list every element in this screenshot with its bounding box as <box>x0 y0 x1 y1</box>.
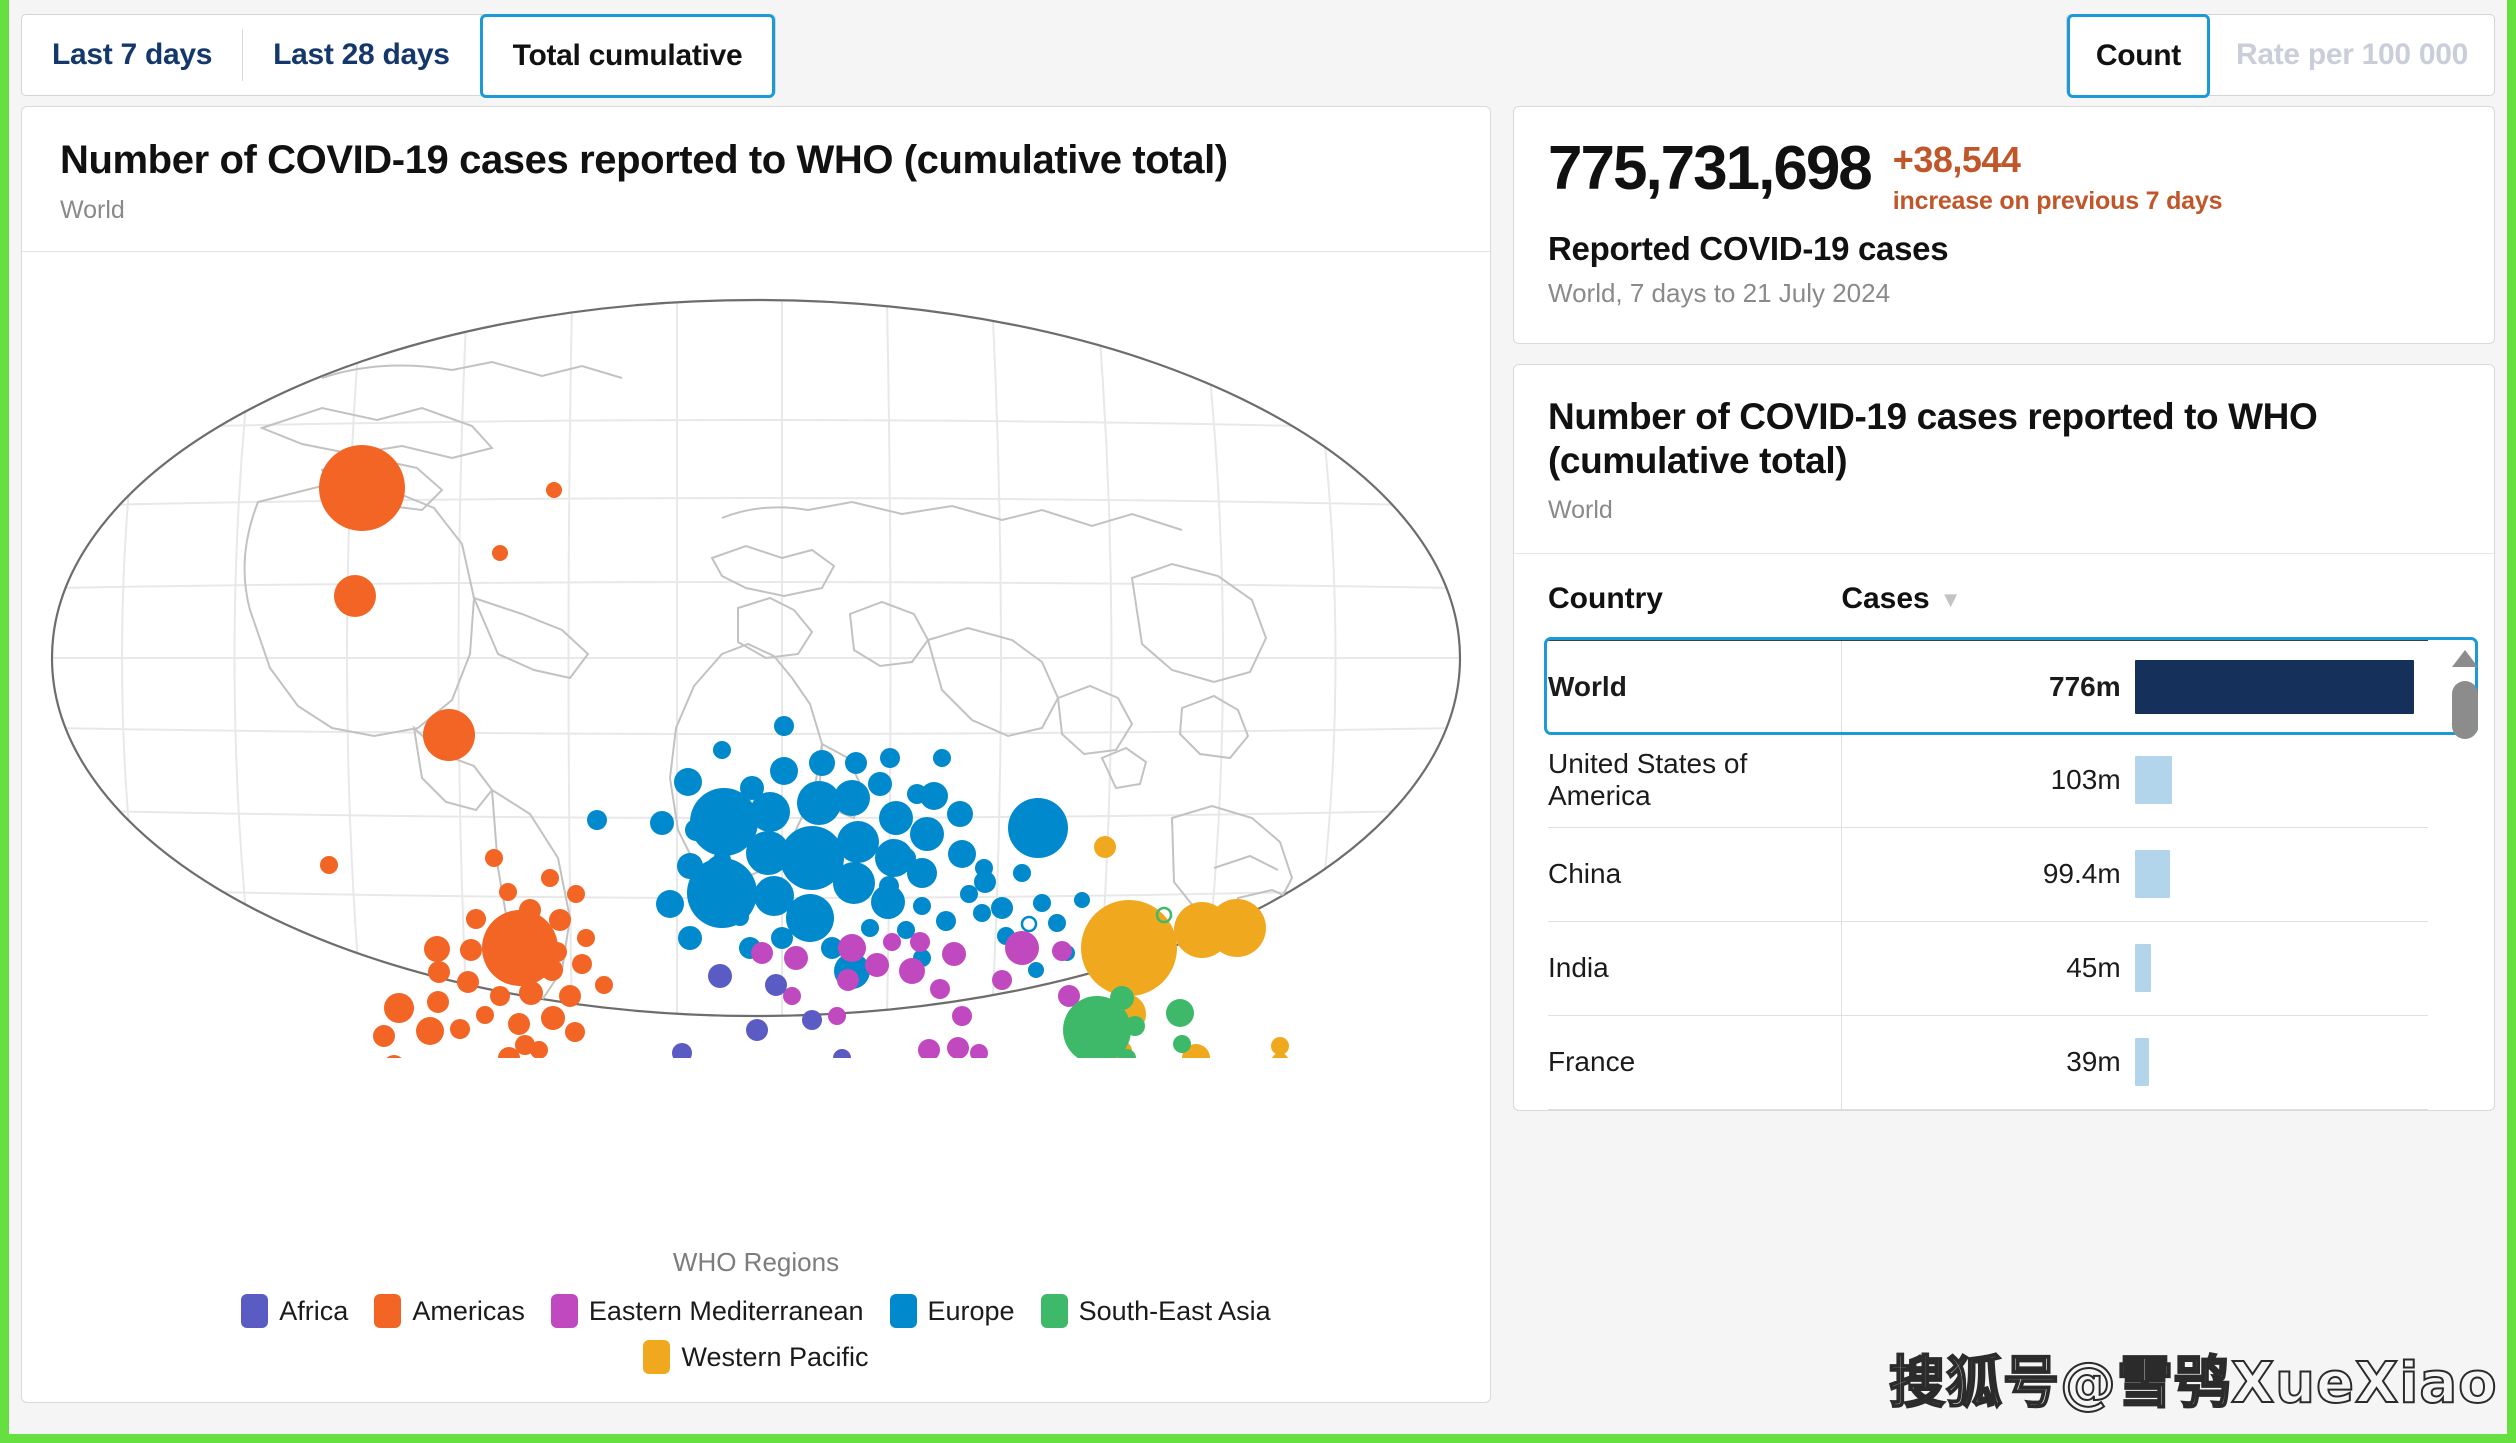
summary-stat-card: 775,731,698 +38,544 increase on previous… <box>1513 106 2495 344</box>
table-row[interactable]: United States of America 103m <box>1548 733 2428 828</box>
cell-country: China <box>1548 827 1842 922</box>
right-column: 775,731,698 +38,544 increase on previous… <box>1513 106 2495 1111</box>
country-cases-table: Country Cases ▼ World 776m United States… <box>1548 553 2428 1110</box>
cell-cases-bar <box>2134 827 2428 922</box>
cell-country: France <box>1548 1015 1842 1110</box>
swatch-eastern-mediterranean <box>550 1294 578 1328</box>
table-subtitle: World <box>1548 495 1613 524</box>
cell-country: World <box>1548 639 1842 734</box>
bubbles-eastern-mediterranean <box>751 931 1080 1059</box>
cell-country: United States of America <box>1548 733 1842 828</box>
cell-cases-bar <box>2134 1015 2428 1110</box>
world-bubble-map[interactable] <box>22 258 1490 1059</box>
column-header-cases[interactable]: Cases ▼ <box>1841 553 2428 641</box>
total-cases-value: 775,731,698 <box>1548 134 1873 203</box>
map-card-header: Number of COVID-19 cases reported to WHO… <box>22 107 1490 253</box>
legend-label-africa: Africa <box>279 1295 349 1326</box>
cell-cases-value: 39m <box>1841 1015 2135 1110</box>
map-title: Number of COVID-19 cases reported to WHO… <box>60 138 1228 182</box>
legend-item-south-east-asia[interactable]: South-East Asia <box>1040 1294 1271 1328</box>
country-table-card: Number of COVID-19 cases reported to WHO… <box>1513 363 2495 1111</box>
delta-label: increase on previous 7 days <box>1892 186 2223 215</box>
cell-cases-value: 99.4m <box>1841 827 2135 922</box>
table-row[interactable]: India 45m <box>1548 921 2428 1016</box>
legend-item-western-pacific[interactable]: Western Pacific <box>643 1340 869 1374</box>
stat-scope: World, 7 days to 21 July 2024 <box>1548 277 1891 308</box>
swatch-south-east-asia <box>1040 1294 1068 1328</box>
table-card-header: Number of COVID-19 cases reported to WHO… <box>1514 365 2494 554</box>
period-segmented-control: Last 7 days Last 28 days Total cumulativ… <box>21 14 777 98</box>
map-legend: WHO Regions Africa Americas Eastern Medi… <box>22 1247 1490 1374</box>
swatch-americas <box>374 1294 402 1328</box>
legend-label-americas: Americas <box>412 1295 525 1326</box>
scrollbar-thumb[interactable] <box>2452 680 2478 739</box>
map-subtitle: World <box>60 196 125 225</box>
stat-metric-name: Reported COVID-19 cases <box>1548 229 1949 267</box>
cell-cases-bar <box>2134 639 2428 733</box>
cell-cases-bar <box>2134 921 2428 1016</box>
delta-block: +38,544 increase on previous 7 days <box>1892 137 2223 216</box>
table-title: Number of COVID-19 cases reported to WHO… <box>1548 395 2318 482</box>
main-content: Number of COVID-19 cases reported to WHO… <box>21 106 2495 1422</box>
bar-fill <box>2134 755 2172 804</box>
table-area: Country Cases ▼ World 776m United States… <box>1514 553 2494 1110</box>
table-row[interactable]: World 776m <box>1548 639 2428 734</box>
tab-rate-per-100000[interactable]: Rate per 100 000 <box>2210 15 2494 95</box>
legend-item-eastern-mediterranean[interactable]: Eastern Mediterranean <box>550 1294 864 1328</box>
table-header-row: Country Cases ▼ <box>1548 553 2428 641</box>
table-scrollbar[interactable] <box>2452 649 2478 1110</box>
column-header-cases-label: Cases <box>1841 581 1930 615</box>
tab-last-28-days[interactable]: Last 28 days <box>243 15 480 95</box>
dashboard-page: Last 7 days Last 28 days Total cumulativ… <box>9 0 2507 1434</box>
legend-label-europe: Europe <box>927 1295 1015 1326</box>
bar-fill <box>2134 1038 2149 1087</box>
legend-title: WHO Regions <box>672 1247 840 1277</box>
bar-fill <box>2134 944 2151 993</box>
legend-row-1: Africa Americas Eastern Mediterranean Eu… <box>22 1294 1490 1328</box>
cell-cases-value: 776m <box>2049 670 2121 702</box>
bubbles-europe-hollow <box>1020 915 1038 933</box>
legend-item-europe[interactable]: Europe <box>889 1294 1015 1328</box>
tab-last-7-days[interactable]: Last 7 days <box>22 15 242 95</box>
scroll-up-arrow-icon[interactable] <box>2452 649 2478 667</box>
table-row[interactable]: China 99.4m <box>1548 827 2428 922</box>
column-header-country[interactable]: Country <box>1548 553 1842 641</box>
cell-cases-value: 103m <box>1841 733 2135 828</box>
cell-cases-bar <box>2134 733 2428 828</box>
tab-count[interactable]: Count <box>2066 14 2210 98</box>
bar-fill <box>2134 659 2414 714</box>
measure-segmented-control: Count Rate per 100 000 <box>2065 14 2495 98</box>
legend-label-western-pacific: Western Pacific <box>681 1341 869 1372</box>
legend-item-africa[interactable]: Africa <box>241 1294 348 1328</box>
stat-top-row: 775,731,698 +38,544 increase on previous… <box>1548 137 2460 216</box>
swatch-africa <box>241 1294 269 1328</box>
swatch-europe <box>889 1294 917 1328</box>
legend-item-americas[interactable]: Americas <box>374 1294 525 1328</box>
sort-descending-icon[interactable]: ▼ <box>1940 587 1962 612</box>
legend-label-eastern-mediterranean: Eastern Mediterranean <box>588 1295 864 1326</box>
swatch-western-pacific <box>643 1340 671 1374</box>
bar-fill <box>2134 850 2171 899</box>
legend-label-south-east-asia: South-East Asia <box>1078 1295 1271 1326</box>
table-row[interactable]: France 39m <box>1548 1015 2428 1110</box>
map-area[interactable]: WHO Regions Africa Americas Eastern Medi… <box>22 252 1490 1402</box>
control-row: Last 7 days Last 28 days Total cumulativ… <box>21 14 2495 106</box>
legend-row-2: Western Pacific <box>22 1340 1490 1374</box>
map-card: Number of COVID-19 cases reported to WHO… <box>21 106 1491 1403</box>
tab-total-cumulative[interactable]: Total cumulative <box>479 14 776 98</box>
cell-country: India <box>1548 921 1842 1016</box>
delta-value: +38,544 <box>1892 139 2021 180</box>
cell-cases-value: 45m <box>1841 921 2135 1016</box>
